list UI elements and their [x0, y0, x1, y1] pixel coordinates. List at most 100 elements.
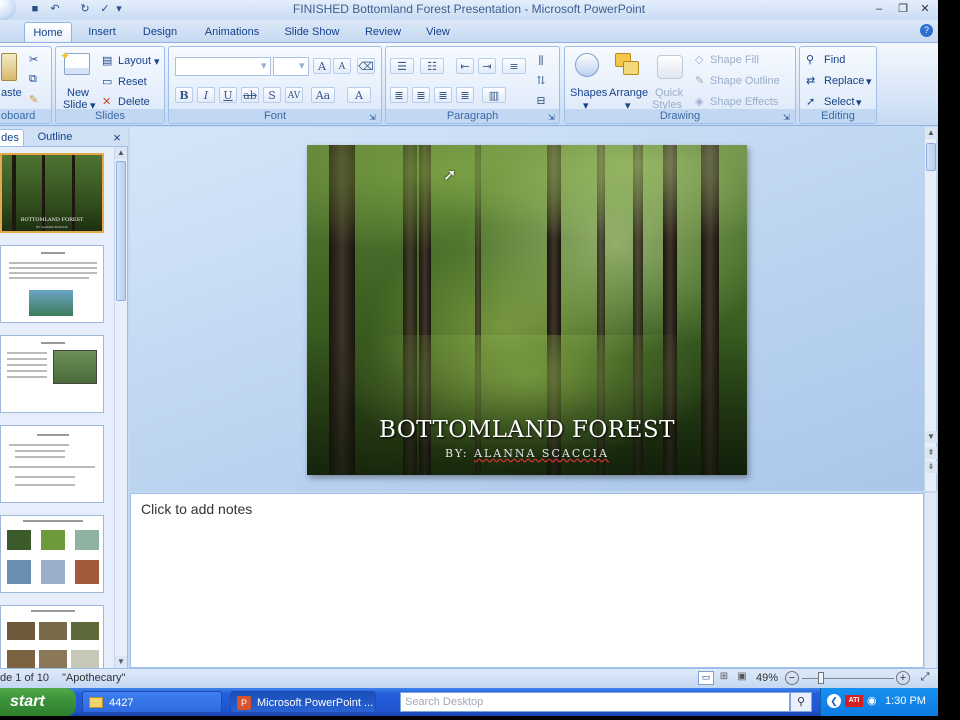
align-left-icon[interactable]: ≣ — [390, 87, 408, 103]
help-icon[interactable]: ? — [920, 24, 933, 37]
tab-slides-pane[interactable]: des — [0, 129, 24, 146]
grow-font-icon[interactable]: A — [313, 58, 331, 74]
start-button[interactable]: start — [0, 688, 76, 716]
shrink-font-icon[interactable]: A — [333, 58, 351, 74]
slide-thumbnail-3[interactable] — [0, 335, 104, 413]
notes-pane[interactable]: Click to add notes — [130, 493, 924, 668]
line-spacing-icon[interactable]: ≡ — [502, 58, 526, 74]
zoom-slider-thumb[interactable] — [818, 672, 824, 684]
fit-to-window-icon[interactable]: ⤢ — [918, 671, 932, 685]
zoom-in-icon[interactable]: + — [896, 671, 910, 685]
tab-slide-show[interactable]: Slide Show — [280, 22, 344, 42]
delete-button[interactable]: Delete — [118, 96, 150, 108]
taskbar-powerpoint-button[interactable]: P Microsoft PowerPoint ... — [230, 691, 376, 713]
arrange-button[interactable]: Arrange — [609, 87, 648, 99]
distribute-columns-icon[interactable]: ▥ — [482, 87, 506, 103]
columns-icon[interactable]: ⫼ — [532, 53, 550, 69]
zoom-out-icon[interactable]: − — [785, 671, 799, 685]
shapes-icon[interactable] — [575, 53, 599, 77]
ati-icon[interactable]: ATI — [845, 695, 863, 707]
find-button[interactable]: Find — [824, 54, 845, 66]
reset-button[interactable]: Reset — [118, 76, 147, 88]
slide-scroll-thumb[interactable] — [926, 143, 936, 171]
layout-button[interactable]: Layout — [118, 55, 151, 67]
paste-button[interactable]: aste — [1, 87, 22, 99]
align-right-icon[interactable]: ≣ — [434, 87, 452, 103]
bold-icon[interactable]: B — [175, 87, 193, 103]
shapes-button[interactable]: Shapes — [570, 87, 607, 99]
reset-icon[interactable]: ▭ — [102, 75, 112, 88]
clear-formatting-icon[interactable]: ⌫ — [357, 58, 375, 74]
desktop-search-input[interactable]: Search Desktop — [400, 692, 790, 712]
slide-sorter-icon[interactable]: ⊞ — [716, 671, 732, 685]
text-direction-icon[interactable]: ⇅ — [532, 73, 550, 89]
search-icon[interactable]: ⚲ — [790, 692, 812, 712]
shape-outline-button[interactable]: Shape Outline — [710, 75, 780, 87]
tab-view[interactable]: View — [418, 22, 458, 42]
slide-subtitle[interactable]: BY: ALANNA SCACCIA — [307, 447, 747, 460]
normal-view-icon[interactable]: ▭ — [698, 671, 714, 685]
copy-icon[interactable]: ⧉ — [29, 73, 37, 86]
change-case-icon[interactable]: Aa — [311, 87, 335, 103]
restore-icon[interactable]: ❐ — [894, 2, 912, 16]
tab-review[interactable]: Review — [358, 22, 408, 42]
slides-pane-scrollbar[interactable]: ▲ ▼ — [114, 147, 127, 668]
character-spacing-icon[interactable]: AV — [285, 87, 303, 103]
zoom-level[interactable]: 49% — [756, 672, 778, 684]
slide-scrollbar[interactable]: ▲ ▼ ⇞ ⇟ — [924, 127, 937, 491]
bullets-icon[interactable]: ☰ — [390, 58, 414, 74]
new-slide-label[interactable]: New — [67, 87, 89, 99]
select-dropdown-icon[interactable]: ▾ — [856, 96, 862, 109]
tab-home[interactable]: Home — [24, 22, 72, 42]
shape-effects-button[interactable]: Shape Effects — [710, 96, 778, 108]
delete-icon[interactable]: ✕ — [102, 95, 111, 108]
close-pane-icon[interactable]: × — [110, 129, 124, 146]
justify-icon[interactable]: ≣ — [456, 87, 474, 103]
tab-design[interactable]: Design — [136, 22, 184, 42]
tab-outline-pane[interactable]: Outline — [30, 129, 80, 146]
notes-placeholder[interactable]: Click to add notes — [141, 501, 252, 517]
tab-insert[interactable]: Insert — [80, 22, 124, 42]
notes-scrollbar[interactable] — [924, 493, 936, 668]
font-color-icon[interactable]: A — [347, 87, 371, 103]
shape-fill-icon[interactable]: ◇ — [695, 53, 703, 66]
font-dialog-launcher-icon[interactable]: ⇲ — [369, 113, 376, 122]
text-shadow-icon[interactable]: S — [263, 87, 281, 103]
shape-effects-icon[interactable]: ◈ — [695, 95, 703, 108]
layout-icon[interactable]: ▤ — [102, 54, 112, 67]
decrease-indent-icon[interactable]: ⇤ — [456, 58, 474, 74]
tab-animations[interactable]: Animations — [198, 22, 266, 42]
align-text-icon[interactable]: ⊟ — [532, 93, 550, 109]
quick-styles-icon[interactable] — [657, 55, 683, 79]
select-button[interactable]: Select — [824, 96, 855, 108]
replace-icon[interactable]: ⇄ — [806, 74, 815, 87]
increase-indent-icon[interactable]: ⇥ — [478, 58, 496, 74]
drawing-dialog-launcher-icon[interactable]: ⇲ — [783, 113, 790, 122]
shape-fill-button[interactable]: Shape Fill — [710, 54, 759, 66]
close-window-icon[interactable]: ✕ — [916, 2, 934, 16]
slide-scroll-up-icon[interactable]: ▲ — [925, 127, 937, 139]
replace-dropdown-icon[interactable]: ▾ — [866, 75, 872, 88]
strikethrough-icon[interactable]: ab — [241, 87, 259, 103]
tray-expand-icon[interactable]: ❮ — [827, 694, 841, 708]
slide-canvas[interactable]: BOTTOMLAND FOREST BY: ALANNA SCACCIA ➚ — [307, 145, 747, 475]
layout-dropdown-icon[interactable]: ▾ — [154, 55, 160, 68]
minimize-icon[interactable]: – — [870, 2, 888, 16]
slide-show-icon[interactable]: ▣ — [734, 671, 750, 685]
paste-icon[interactable] — [1, 53, 17, 81]
font-name-field[interactable] — [175, 57, 271, 76]
italic-icon[interactable]: I — [197, 87, 215, 103]
next-slide-icon[interactable]: ⇟ — [925, 461, 937, 473]
clock[interactable]: 1:30 PM — [885, 695, 926, 707]
underline-icon[interactable]: U — [219, 87, 237, 103]
format-painter-icon[interactable]: ✎ — [29, 93, 38, 106]
slide-thumbnail-6[interactable] — [0, 605, 104, 669]
replace-button[interactable]: Replace — [824, 75, 864, 87]
previous-slide-icon[interactable]: ⇞ — [925, 447, 937, 459]
cut-icon[interactable]: ✂ — [29, 53, 38, 66]
font-size-dropdown-icon[interactable]: ▾ — [299, 59, 305, 72]
scroll-up-icon[interactable]: ▲ — [115, 147, 127, 159]
align-center-icon[interactable]: ≣ — [412, 87, 430, 103]
find-icon[interactable]: ⚲ — [806, 53, 814, 66]
quick-styles-label[interactable]: Quick — [655, 87, 683, 99]
